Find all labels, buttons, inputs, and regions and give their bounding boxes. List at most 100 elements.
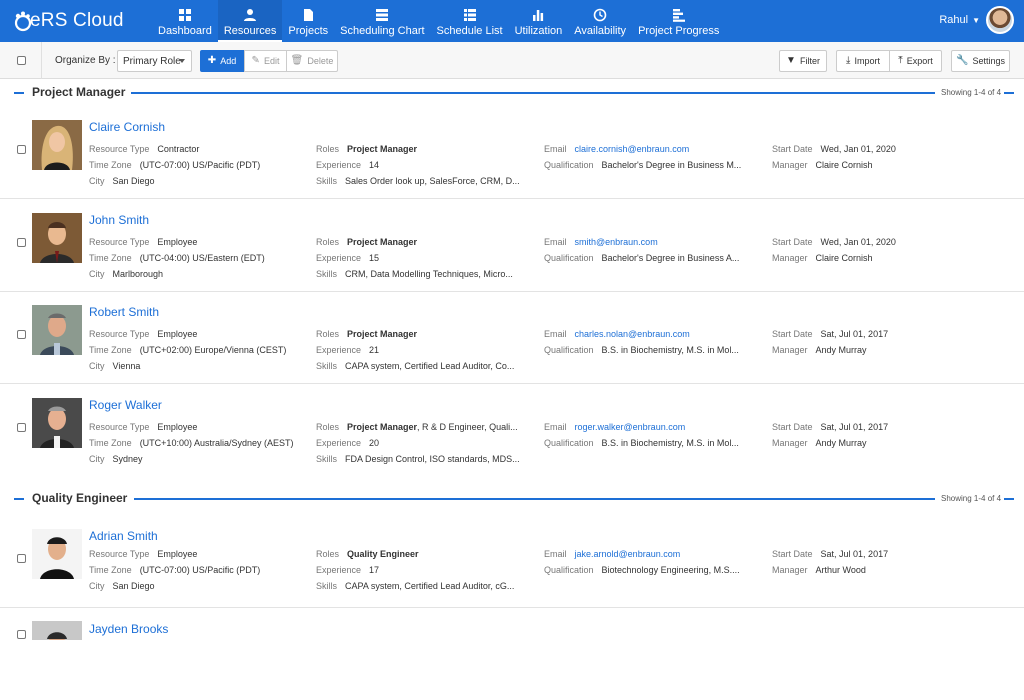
nav-label: Utilization xyxy=(514,25,563,37)
field-label: Time Zone xyxy=(89,253,132,263)
app-logo[interactable]: eRS Cloud xyxy=(12,8,124,34)
import-label: Import xyxy=(854,56,880,66)
import-button[interactable]: ⤓ Import xyxy=(836,50,890,72)
manager-value: Andy Murray xyxy=(815,438,867,448)
row-checkbox[interactable] xyxy=(17,554,26,563)
field-label: Start Date xyxy=(772,144,813,154)
field-label: Time Zone xyxy=(89,565,132,575)
qualification-value: B.S. in Biochemistry, M.S. in Mol... xyxy=(601,345,739,355)
nav-utilization[interactable]: Utilization xyxy=(509,0,569,42)
field-label: Experience xyxy=(316,253,362,263)
filter-button[interactable]: ▼ Filter xyxy=(779,50,827,72)
field-label: Resource Type xyxy=(89,237,150,247)
nav-scheduling-chart[interactable]: Scheduling Chart xyxy=(334,0,430,42)
field-label: Time Zone xyxy=(89,345,132,355)
field-label: Email xyxy=(544,422,567,432)
settings-label: Settings xyxy=(972,56,1005,66)
roles-value: Project Manager xyxy=(347,329,418,339)
city-value: Marlborough xyxy=(112,269,164,279)
skills-value: CAPA system, Certified Lead Auditor, cG.… xyxy=(345,581,515,591)
time-zone-value: (UTC+02:00) Europe/Vienna (CEST) xyxy=(139,345,287,355)
add-label: Add xyxy=(220,56,237,66)
field-label: Start Date xyxy=(772,237,813,247)
email-link[interactable]: smith@enbraun.com xyxy=(575,237,658,247)
field-label: City xyxy=(89,269,105,279)
select-all-checkbox[interactable] xyxy=(17,56,26,65)
field-label: Manager xyxy=(772,160,808,170)
field-label: Time Zone xyxy=(89,438,132,448)
row-checkbox[interactable] xyxy=(17,423,26,432)
user-menu[interactable]: Rahul ▼ xyxy=(939,6,1014,34)
divider xyxy=(41,42,42,79)
field-label: Qualification xyxy=(544,160,594,170)
field-label: Email xyxy=(544,237,567,247)
organize-by-select[interactable]: Primary Role xyxy=(117,50,192,72)
nav-resources[interactable]: Resources xyxy=(217,0,283,42)
field-label: Time Zone xyxy=(89,160,132,170)
resource-card[interactable]: Robert Smith Resource Type Employee Time … xyxy=(0,292,1024,384)
add-button[interactable]: ✚ Add xyxy=(200,50,244,72)
nav-projects[interactable]: Projects xyxy=(282,0,334,42)
email-link[interactable]: claire.cornish@enbraun.com xyxy=(575,144,690,154)
top-bar: eRS Cloud Dashboard Resources Projects S… xyxy=(0,0,1024,42)
manager-value: Claire Cornish xyxy=(815,253,873,263)
resource-type-value: Employee xyxy=(157,329,198,339)
resource-type-value: Employee xyxy=(157,549,198,559)
field-label: Email xyxy=(544,549,567,559)
row-checkbox[interactable] xyxy=(17,145,26,154)
resource-name[interactable]: Roger Walker xyxy=(89,398,162,412)
email-link[interactable]: roger.walker@enbraun.com xyxy=(575,422,686,432)
nav-schedule-list[interactable]: Schedule List xyxy=(431,0,509,42)
field-label: Start Date xyxy=(772,549,813,559)
edit-icon: ✎ xyxy=(251,55,260,66)
toolbar: Organize By : Primary Role ✚ Add ✎ Edit … xyxy=(0,42,1024,79)
resource-name[interactable]: Robert Smith xyxy=(89,305,159,319)
roles-value: Project Manager xyxy=(347,237,418,247)
field-label: City xyxy=(89,454,105,464)
resource-card[interactable]: Roger Walker Resource Type Employee Time … xyxy=(0,385,1024,477)
city-value: San Diego xyxy=(112,176,155,186)
resource-card[interactable]: Adrian Smith Resource Type Employee Time … xyxy=(0,516,1024,608)
field-label: Manager xyxy=(772,438,808,448)
field-label: City xyxy=(89,361,105,371)
wrench-icon: 🔧 xyxy=(956,55,969,66)
resource-name[interactable]: Jayden Brooks xyxy=(89,622,168,636)
field-label: Resource Type xyxy=(89,329,150,339)
resource-name[interactable]: Adrian Smith xyxy=(89,529,158,543)
nav-project-progress[interactable]: Project Progress xyxy=(632,0,725,42)
nav-label: Projects xyxy=(288,25,329,37)
delete-button[interactable]: 🗑 Delete xyxy=(287,50,338,72)
trash-icon: 🗑 xyxy=(290,55,304,66)
row-checkbox[interactable] xyxy=(17,238,26,247)
filter-icon: ▼ xyxy=(786,55,796,66)
resource-card[interactable]: Claire Cornish Resource Type Contractor T… xyxy=(0,107,1024,199)
email-link[interactable]: jake.arnold@enbraun.com xyxy=(575,549,681,559)
field-label: Resource Type xyxy=(89,422,150,432)
skills-value: CRM, Data Modelling Techniques, Micro... xyxy=(345,269,513,279)
email-link[interactable]: charles.nolan@enbraun.com xyxy=(575,329,690,339)
nav-label: Scheduling Chart xyxy=(340,25,425,37)
settings-button[interactable]: 🔧 Settings xyxy=(951,50,1010,72)
field-label: Qualification xyxy=(544,253,594,263)
field-label: Email xyxy=(544,329,567,339)
city-value: Vienna xyxy=(112,361,141,371)
row-checkbox[interactable] xyxy=(17,630,26,639)
field-label: Experience xyxy=(316,438,362,448)
section-line xyxy=(131,92,935,94)
resource-name[interactable]: Claire Cornish xyxy=(89,120,165,134)
resource-card[interactable]: Jayden Brooks xyxy=(0,608,1024,700)
field-label: Start Date xyxy=(772,422,813,432)
nav-dashboard[interactable]: Dashboard xyxy=(152,0,218,42)
organize-by-label: Organize By : xyxy=(55,55,116,66)
field-label: Roles xyxy=(316,329,340,339)
edit-button[interactable]: ✎ Edit xyxy=(244,50,287,72)
row-checkbox[interactable] xyxy=(17,330,26,339)
nav-availability[interactable]: Availability xyxy=(568,0,632,42)
resource-card[interactable]: John Smith Resource Type Employee Time Zo… xyxy=(0,200,1024,292)
resource-name[interactable]: John Smith xyxy=(89,213,149,227)
manager-value: Andy Murray xyxy=(815,345,867,355)
resource-photo xyxy=(32,398,82,448)
export-button[interactable]: ⤒ Export xyxy=(889,50,942,72)
section-header-project-manager: Project Manager Showing 1-4 of 4 xyxy=(0,82,1024,102)
section-line xyxy=(14,498,24,500)
